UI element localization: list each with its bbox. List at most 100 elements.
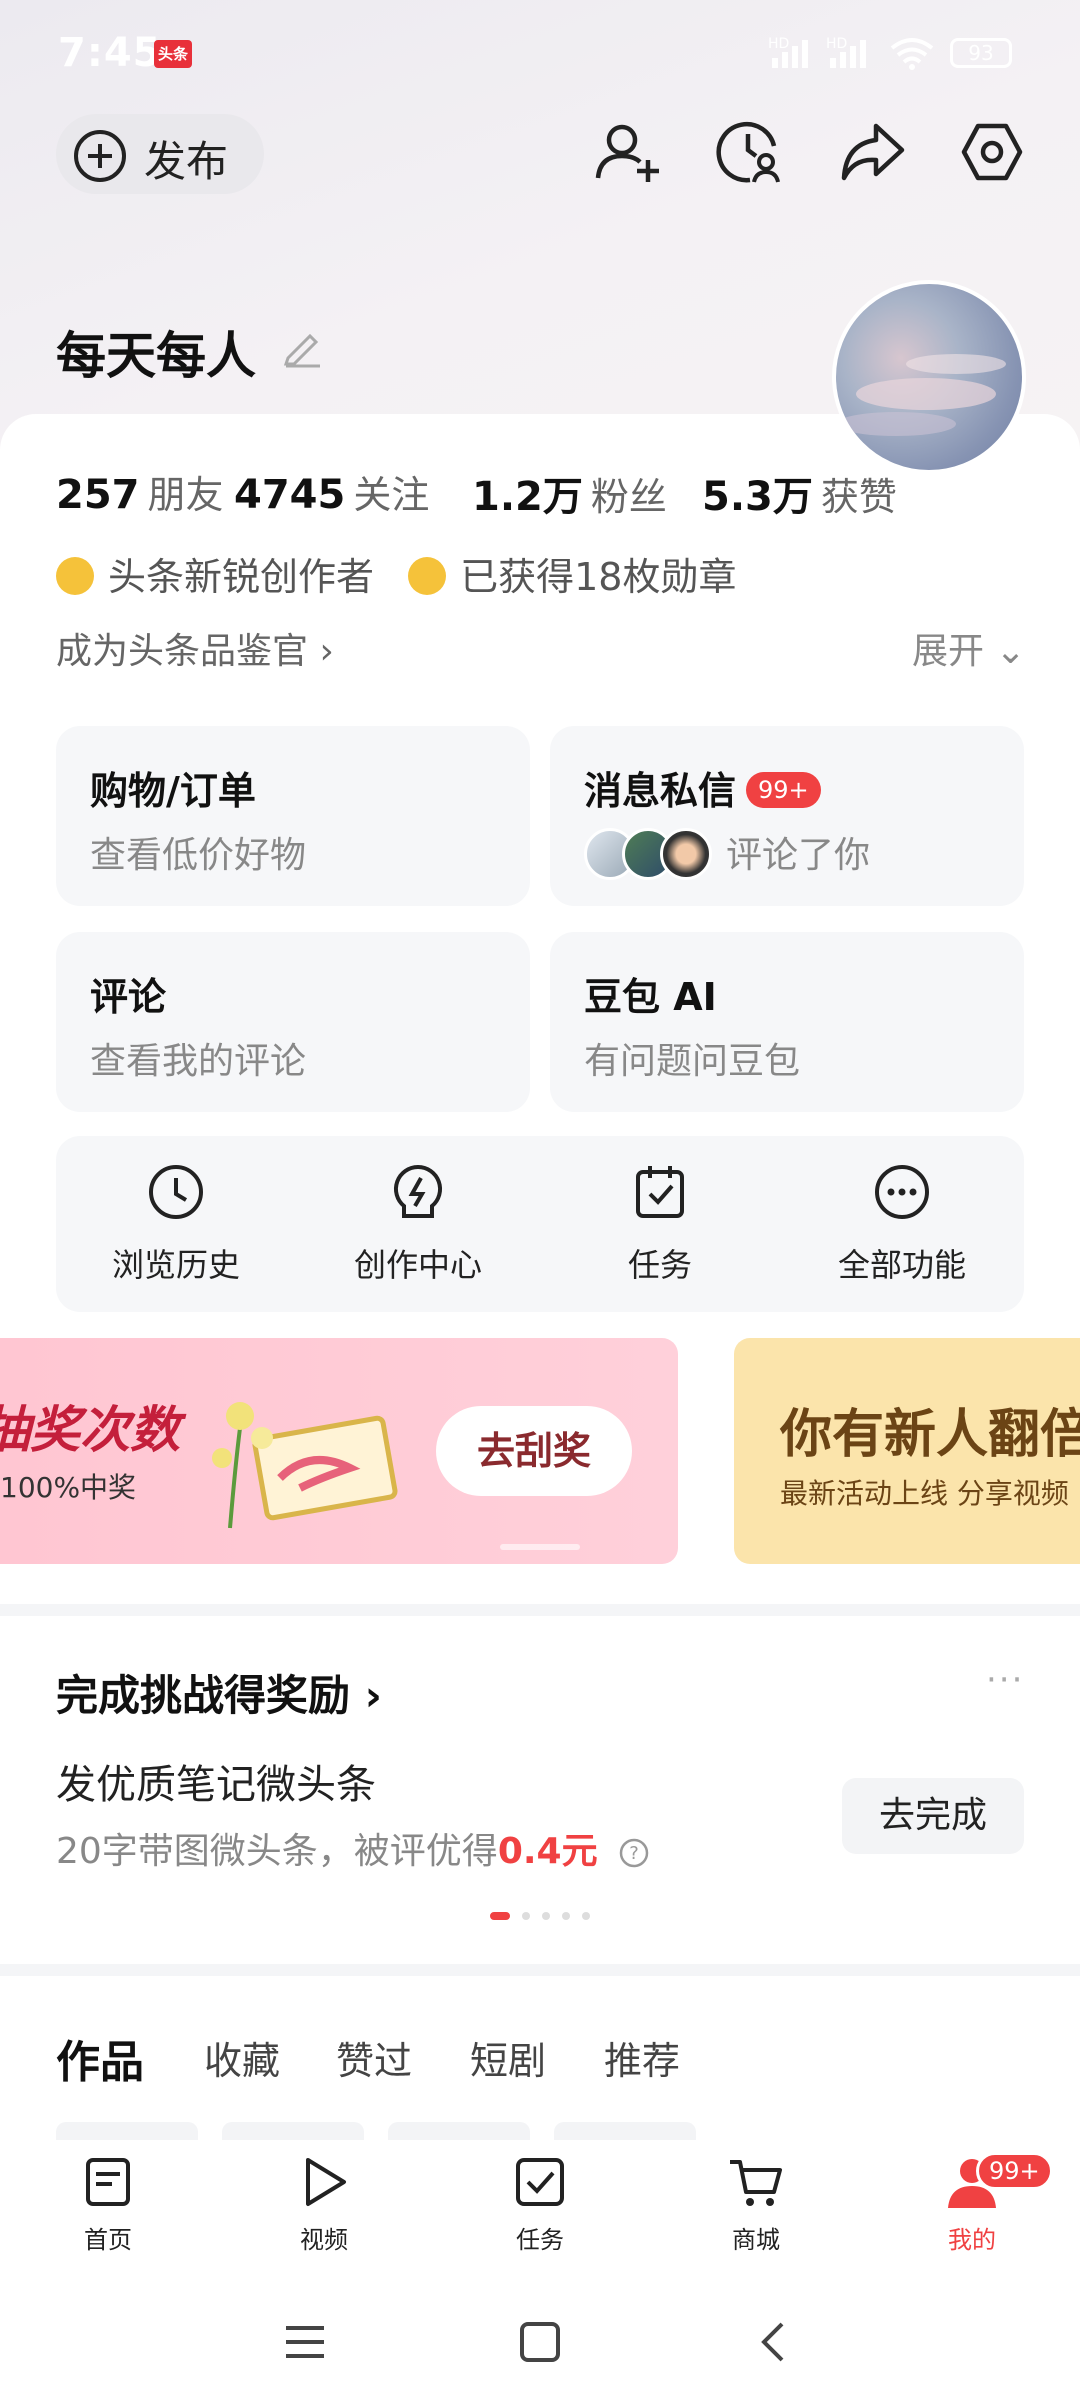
tab-short-drama[interactable]: 短剧 <box>470 2030 546 2085</box>
tile-comments[interactable]: 评论 查看我的评论 <box>56 932 530 1112</box>
publish-button[interactable]: 发布 <box>56 114 264 194</box>
new-user-banner[interactable]: 你有新人翻倍 最新活动上线 分享视频 <box>734 1338 1080 1564</box>
challenge-title[interactable]: 完成挑战得奖励 › <box>56 1662 382 1723</box>
page-dot <box>542 1912 550 1920</box>
nav-label: 首页 <box>84 2226 132 2254</box>
message-avatars <box>584 828 724 880</box>
settings-icon[interactable] <box>956 116 1028 188</box>
creator-badges[interactable]: 头条新锐创作者 已获得18枚勋章 <box>56 546 736 601</box>
section-divider <box>0 1964 1080 1976</box>
tile-title-text: 消息私信 <box>584 769 737 813</box>
svg-text:?: ? <box>629 1843 639 1864</box>
tile-shopping-orders[interactable]: 购物/订单 查看低价好物 <box>56 726 530 906</box>
nav-label: 我的 <box>948 2226 996 2254</box>
tool-browse-history[interactable]: 浏览历史 <box>76 1162 276 1286</box>
wifi-icon <box>890 38 934 70</box>
tool-creator-center[interactable]: 创作中心 <box>318 1162 518 1286</box>
menu-icon[interactable] <box>280 2320 330 2364</box>
home-doc-icon <box>86 2158 130 2206</box>
tab-recommend[interactable]: 推荐 <box>604 2030 680 2085</box>
page-dot-active <box>490 1912 510 1920</box>
stat-number: 257 <box>56 472 140 518</box>
nav-home[interactable]: 首页 <box>48 2154 168 2255</box>
signal-icon-2 <box>830 40 866 68</box>
signal-icon <box>772 40 808 68</box>
stat-following[interactable]: 4745 关注 <box>234 464 429 519</box>
banner-subtitle: 100%中奖 <box>0 1471 137 1504</box>
banner-subtitle: 最新活动上线 分享视频 <box>780 1477 1069 1510</box>
challenge-task: 发优质笔记微头条 <box>56 1762 376 1808</box>
nav-video[interactable]: 视频 <box>264 2154 384 2255</box>
clock-icon <box>149 1165 203 1219</box>
tile-messages[interactable]: 消息私信 99+ 评论了你 <box>550 726 1024 906</box>
tool-tasks[interactable]: 任务 <box>560 1162 760 1286</box>
avatar-sky-image <box>836 354 1006 436</box>
stat-label: 粉丝 <box>590 475 667 519</box>
home-square-icon[interactable] <box>516 2318 564 2366</box>
tile-doubao-ai[interactable]: 豆包 AI 有问题问豆包 <box>550 932 1024 1112</box>
nav-me[interactable]: 99+ 我的 <box>912 2152 1053 2255</box>
creator-badge-text: 头条新锐创作者 <box>108 555 375 599</box>
plus-circle-icon <box>74 130 126 182</box>
nav-badge: 99+ <box>976 2152 1053 2190</box>
tool-label: 创作中心 <box>353 1246 482 1284</box>
edit-pencil-icon[interactable] <box>280 324 324 368</box>
tile-subtitle: 查看我的评论 <box>90 1041 307 1082</box>
cart-icon <box>730 2160 782 2206</box>
stat-label: 朋友 <box>147 473 224 517</box>
tile-title: 豆包 AI <box>584 975 717 1019</box>
stat-fans[interactable]: 1.2万 粉丝 <box>472 464 667 522</box>
scratch-button[interactable]: 去刮奖 <box>436 1406 632 1496</box>
become-reviewer-link[interactable]: 成为头条品鉴官 › <box>56 622 334 674</box>
tool-label: 浏览历史 <box>111 1246 240 1284</box>
section-divider <box>0 1604 1080 1616</box>
stat-label: 关注 <box>353 473 430 517</box>
tile-subtitle: 有问题问豆包 <box>584 1041 801 1082</box>
add-friend-icon[interactable] <box>592 116 664 188</box>
help-icon[interactable]: ? <box>617 1836 651 1870</box>
stat-number: 1.2万 <box>472 474 583 520</box>
visitor-history-icon[interactable] <box>714 116 786 188</box>
status-time: 7:45 <box>58 30 162 76</box>
back-icon[interactable] <box>750 2318 798 2366</box>
task-check-icon <box>516 2158 564 2206</box>
expand-toggle[interactable]: 展开 ⌄ <box>912 622 1026 674</box>
tab-favorites[interactable]: 收藏 <box>204 2030 280 2085</box>
challenge-description: 20字带图微头条，被评优得0.4元 ? <box>56 1822 651 1874</box>
tool-label: 任务 <box>627 1246 692 1284</box>
nav-tasks[interactable]: 任务 <box>480 2154 600 2255</box>
unread-badge: 99+ <box>746 771 821 808</box>
tab-works[interactable]: 作品 <box>56 2026 144 2090</box>
page-dot <box>582 1912 590 1920</box>
avatar[interactable] <box>832 280 1026 474</box>
tile-title: 评论 <box>90 975 167 1019</box>
complete-task-button[interactable]: 去完成 <box>842 1778 1024 1854</box>
medal-icon <box>408 556 447 595</box>
profile-name: 每天每人 <box>56 327 256 385</box>
share-icon[interactable] <box>836 116 908 188</box>
more-dots-icon <box>875 1165 929 1219</box>
battery-indicator: 93 <box>950 38 1012 68</box>
bottom-navigation: 首页 视频 任务 商城 99+ 我的 <box>0 2140 1080 2280</box>
tool-label: 全部功能 <box>837 1246 966 1284</box>
lottery-banner[interactable]: 抽奖次数 100%中奖 去刮奖 <box>0 1338 678 1564</box>
stat-likes[interactable]: 5.3万 获赞 <box>702 464 897 522</box>
tile-subtitle: 查看低价好物 <box>90 835 307 876</box>
avatar <box>660 828 712 880</box>
carousel-indicator <box>500 1544 580 1550</box>
nav-mall[interactable]: 商城 <box>696 2154 816 2255</box>
reward-amount: 0.4元 <box>497 1831 598 1872</box>
creator-badge-icon <box>56 556 94 595</box>
tab-liked[interactable]: 赞过 <box>336 2030 412 2085</box>
more-options-icon[interactable]: ··· <box>986 1660 1024 1700</box>
tool-all-features[interactable]: 全部功能 <box>802 1162 1002 1286</box>
system-navigation-bar <box>0 2280 1080 2400</box>
stat-friends[interactable]: 257 朋友 <box>56 464 224 519</box>
page-dot <box>522 1912 530 1920</box>
banner-title: 抽奖次数 <box>0 1401 180 1459</box>
play-icon <box>306 2158 346 2206</box>
tile-subtitle: 评论了你 <box>726 835 871 876</box>
page-dot <box>562 1912 570 1920</box>
tools-row: 浏览历史 创作中心 任务 全部功能 <box>56 1136 1024 1312</box>
tile-title: 消息私信 99+ <box>584 760 821 815</box>
